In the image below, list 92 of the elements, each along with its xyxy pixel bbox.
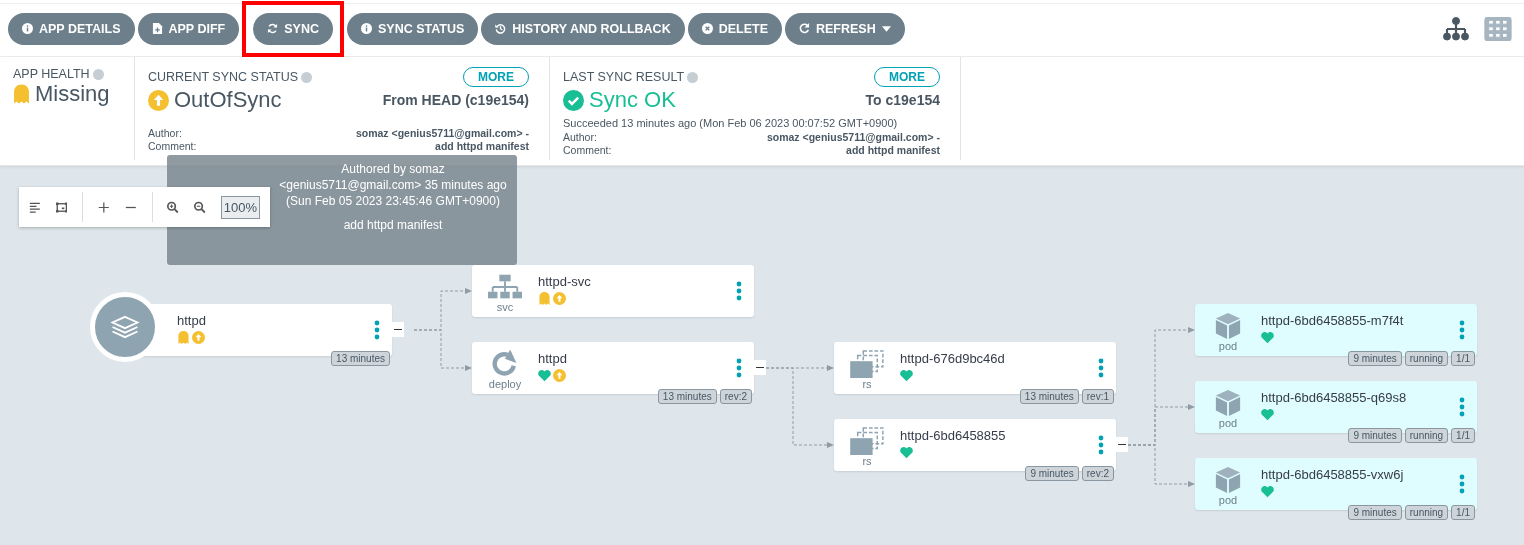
health-status: Missing <box>35 81 110 107</box>
help-icon <box>687 71 699 83</box>
kind-label: rs <box>862 378 872 390</box>
toolbar-button[interactable]: SYNC <box>253 12 333 45</box>
toolbar-button[interactable]: REFRESH <box>785 12 905 45</box>
comment-value: add httpd manifest <box>435 140 529 153</box>
revision-text: From HEAD (c19e154) <box>382 92 529 108</box>
info-icon <box>360 23 372 34</box>
resource-name: httpd-6bd6458855-m7f4t <box>1261 313 1405 328</box>
tooltip-text: add httpd manifest <box>342 217 444 233</box>
sync-status: Sync OK <box>589 87 676 113</box>
section-label: APP HEALTH <box>13 67 90 81</box>
node-tag: 1/1 <box>1451 428 1475 443</box>
node-tag: 13 minutes <box>331 351 390 366</box>
close-circle-icon <box>701 23 713 34</box>
kebab-menu-icon[interactable] <box>736 358 742 378</box>
kind-label: pod <box>1218 417 1238 429</box>
kebab-menu-icon[interactable] <box>1459 397 1465 417</box>
connector-arrow <box>413 329 472 371</box>
toolbar-button[interactable]: DELETE <box>687 12 782 45</box>
toolbar-button[interactable]: HISTORY AND ROLLBACK <box>481 12 685 45</box>
node-tag: 9 minutes <box>1348 505 1402 520</box>
help-icon <box>92 68 104 80</box>
sync-status: OutOfSync <box>174 87 282 113</box>
more-button[interactable]: MORE <box>463 67 529 87</box>
sync-icon <box>267 23 279 34</box>
toolbar-button[interactable]: APP DIFF <box>137 12 240 45</box>
kebab-menu-icon[interactable] <box>1459 320 1465 340</box>
node-tag: 1/1 <box>1451 505 1475 520</box>
section-label: LAST SYNC RESULT <box>563 70 685 84</box>
zoom-level: 100% <box>220 195 260 219</box>
resource-name: httpd <box>538 351 568 366</box>
fit-screen-icon[interactable] <box>55 200 68 214</box>
revision-text: To c19e154 <box>865 92 940 108</box>
comment-value: add httpd manifest <box>846 144 940 157</box>
node-tag: 13 minutes <box>657 389 717 404</box>
kind-label: svc <box>496 301 514 313</box>
kebab-menu-icon[interactable] <box>1098 435 1104 455</box>
kebab-menu-icon[interactable] <box>374 320 380 340</box>
resource-name: httpd <box>177 313 207 328</box>
zoom-in-icon[interactable] <box>167 200 180 214</box>
node-tag: 9 minutes <box>1348 428 1402 443</box>
history-icon <box>495 23 507 34</box>
help-icon <box>301 71 312 83</box>
kebab-menu-icon[interactable] <box>1098 358 1104 378</box>
collapse-button[interactable] <box>392 322 404 337</box>
node-tag: running <box>1404 351 1449 366</box>
node-tag: 13 minutes <box>1019 389 1079 404</box>
info-icon <box>22 23 33 34</box>
plus-icon[interactable] <box>98 200 110 214</box>
tooltip-text: Authored by somaz <genius5711@gmail.com> 35 minutes ago (Sun Feb 05 2023 23:45:46 GMT+0900) <box>278 161 508 209</box>
tree-view-icon[interactable] <box>1442 16 1470 41</box>
author-value: somaz <genius5711@gmail.com> - <box>766 131 940 144</box>
comment-label: Comment: <box>148 140 197 153</box>
collapse-button[interactable] <box>1116 437 1128 452</box>
resource-name: httpd-6bd6458855 <box>900 428 1007 443</box>
comment-label: Comment: <box>563 144 612 157</box>
zoom-out-icon[interactable] <box>194 200 206 214</box>
resource-name: httpd-6bd6458855-q69s8 <box>1261 390 1408 405</box>
kind-label: pod <box>1218 340 1238 352</box>
node-tag: running <box>1404 428 1449 443</box>
kind-label: pod <box>1218 494 1238 506</box>
author-label: Author: <box>563 131 597 144</box>
network-icon <box>488 273 522 301</box>
file-plus-icon <box>151 23 163 34</box>
refresh-icon <box>799 23 810 34</box>
node-tag: rev:2 <box>719 389 752 404</box>
align-left-icon[interactable] <box>29 200 41 214</box>
node-tag: 9 minutes <box>1348 351 1402 366</box>
collapse-button[interactable] <box>754 360 766 375</box>
node-tag: rev:2 <box>1081 466 1114 481</box>
node-tag: 1/1 <box>1451 351 1475 366</box>
kebab-menu-icon[interactable] <box>736 281 742 301</box>
resource-name: httpd-6bd6458855-vxw6j <box>1261 467 1405 482</box>
kind-label: rs <box>862 455 872 467</box>
kind-label: deploy <box>488 378 522 390</box>
section-label: CURRENT SYNC STATUS <box>148 70 298 84</box>
resource-name: httpd-svc <box>538 274 592 289</box>
node-tag: 9 minutes <box>1025 466 1079 481</box>
stacked-layers-icon <box>850 427 884 455</box>
toolbar-button[interactable]: SYNC STATUS <box>346 12 479 45</box>
node-tag: running <box>1404 505 1449 520</box>
stacked-layers-icon <box>850 350 884 378</box>
sync-detail: Succeeded 13 minutes ago (Mon Feb 06 2023 00:07:52 GMT+0900) <box>563 117 899 129</box>
resource-node[interactable]: svc httpd-svc <box>472 265 754 317</box>
node-tag: rev:1 <box>1081 389 1114 404</box>
toolbar-button[interactable]: APP DETAILS <box>8 12 135 45</box>
author-label: Author: <box>148 127 182 140</box>
kebab-menu-icon[interactable] <box>1459 474 1465 494</box>
more-button[interactable]: MORE <box>874 67 940 87</box>
author-value: somaz <genius5711@gmail.com> - <box>355 127 529 140</box>
resource-name: httpd-676d9bc46d <box>900 351 1006 366</box>
